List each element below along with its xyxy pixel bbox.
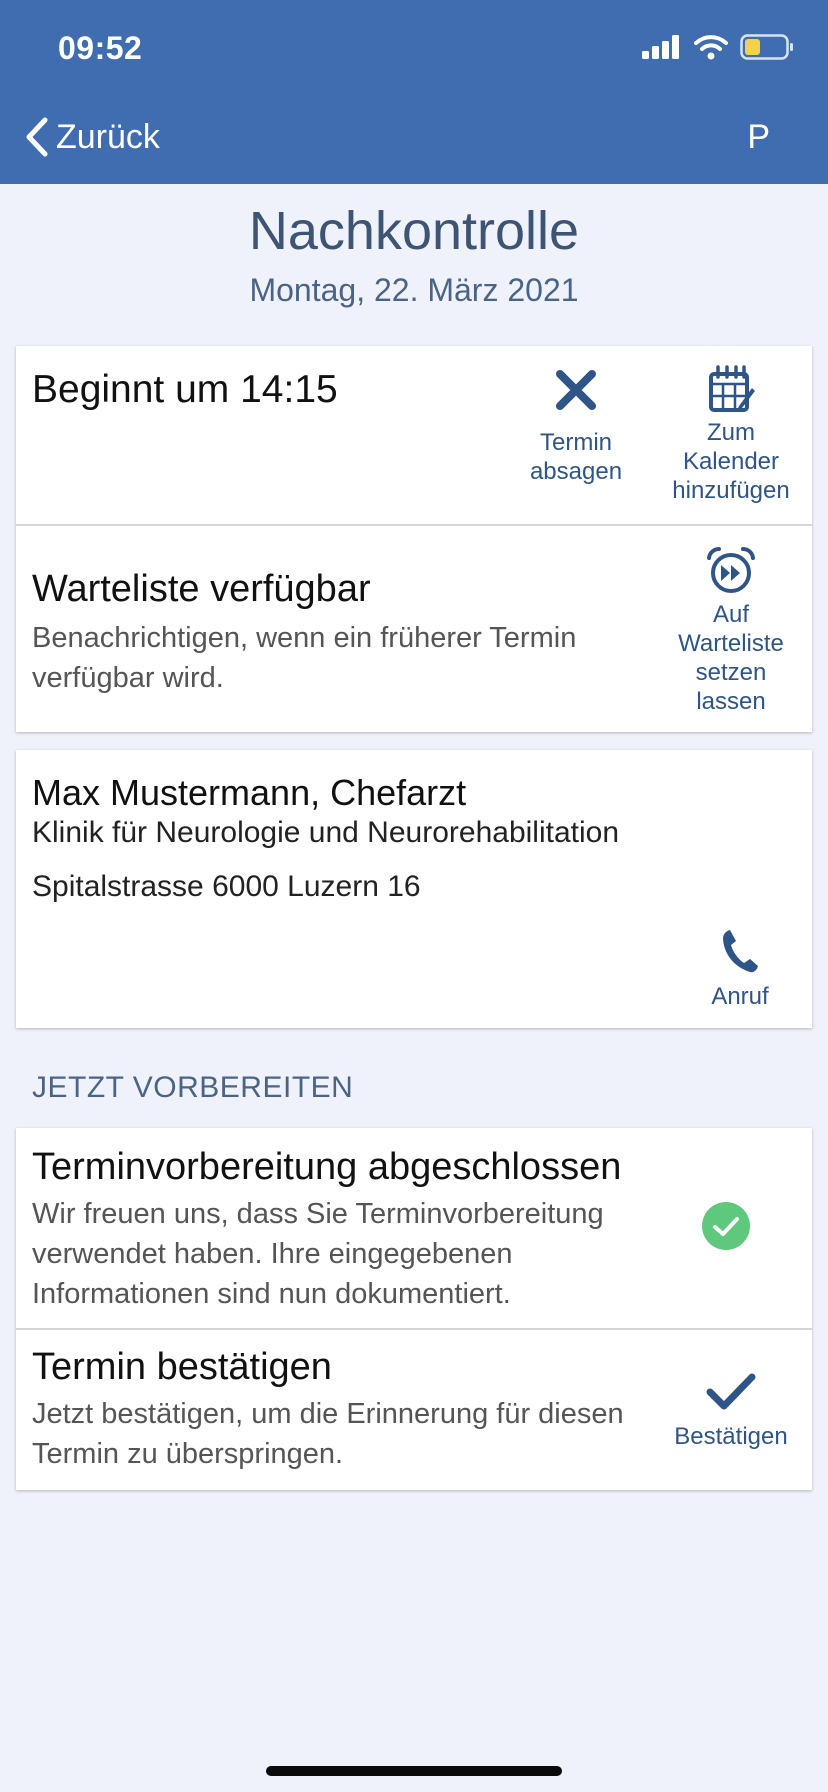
close-icon — [556, 370, 596, 410]
profile-button[interactable]: P — [747, 118, 770, 157]
status-icons — [642, 34, 794, 60]
checkmark-icon — [706, 1373, 756, 1410]
join-waitlist-button[interactable]: Auf Warteliste setzen lassen — [656, 546, 806, 716]
status-time: 09:52 — [58, 30, 143, 66]
cancel-label: Termin absagen — [529, 429, 623, 485]
waitlist-action-label: Auf Warteliste setzen lassen — [678, 601, 784, 715]
home-indicator[interactable] — [266, 1766, 562, 1776]
confirm-text: Jetzt bestätigen, um die Erinnerung für … — [32, 1398, 624, 1470]
appointment-date: Montag, 22. März 2021 — [249, 272, 579, 308]
clinic-name: Klinik für Neurologie und Neurorehabilit… — [32, 816, 620, 849]
chevron-left-icon — [26, 117, 48, 157]
phone-icon — [723, 930, 758, 973]
section-title: JETZT VORBEREITEN — [32, 1071, 354, 1104]
checkmark-circle-icon — [702, 1202, 750, 1250]
start-row: Beginnt um 14:15 Termin absagen Zum Kale… — [16, 346, 812, 524]
appointment-card: Beginnt um 14:15 Termin absagen Zum Kale… — [16, 346, 812, 732]
preparation-done-text: Wir freuen uns, dass Sie Terminvorbereit… — [32, 1198, 604, 1310]
waitlist-title: Warteliste verfügbar — [32, 568, 371, 610]
waitlist-description: Benachrichtigen, wenn ein früherer Termi… — [32, 622, 577, 694]
wifi-icon — [694, 35, 728, 60]
appointment-header: Nachkontrolle Montag, 22. März 2021 — [0, 200, 828, 309]
battery-icon — [740, 34, 793, 60]
clinic-address: Spitalstrasse 6000 Luzern 16 — [32, 870, 421, 903]
preparation-done-title: Terminvorbereitung abgeschlossen — [32, 1146, 622, 1188]
preparation-card: Terminvorbereitung abgeschlossen Wir fre… — [16, 1128, 812, 1490]
doctor-name: Max Mustermann, Chefarzt — [32, 772, 467, 813]
confirm-label: Bestätigen — [674, 1423, 788, 1450]
calendar-label: Zum Kalender hinzufügen — [672, 419, 790, 504]
preparation-done-row: Terminvorbereitung abgeschlossen Wir fre… — [16, 1128, 812, 1328]
signal-icon — [642, 35, 679, 59]
header-bar: 09:52 Zurück P — [0, 0, 828, 184]
start-time: Beginnt um 14:15 — [32, 368, 338, 411]
confirm-title: Termin bestätigen — [32, 1346, 332, 1388]
alarm-clock-icon — [707, 546, 755, 593]
back-button[interactable]: Zurück — [24, 116, 160, 158]
call-label: Anruf — [711, 983, 769, 1010]
confirm-row: Termin bestätigen Jetzt bestätigen, um d… — [16, 1330, 812, 1490]
doctor-card: Max Mustermann, Chefarzt Klinik für Neur… — [16, 750, 812, 1028]
add-to-calendar-button[interactable]: Zum Kalender hinzufügen — [656, 364, 806, 505]
page-title: Nachkontrolle — [248, 201, 580, 261]
call-button[interactable]: Anruf — [680, 928, 800, 1011]
back-label: Zurück — [56, 117, 160, 156]
cancel-appointment-button[interactable]: Termin absagen — [506, 368, 646, 486]
calendar-icon — [709, 365, 755, 412]
confirm-button[interactable]: Bestätigen — [656, 1372, 806, 1451]
waitlist-row: Warteliste verfügbar Benachrichtigen, we… — [16, 526, 812, 732]
